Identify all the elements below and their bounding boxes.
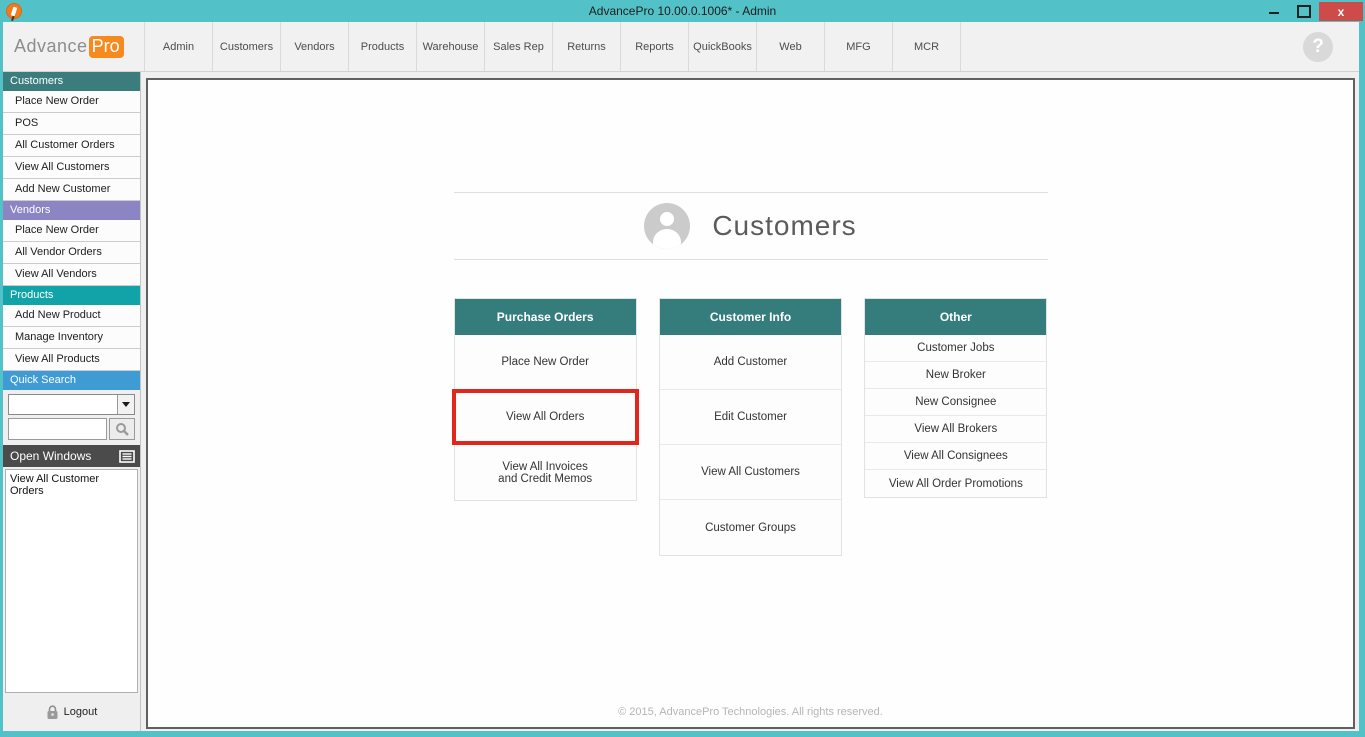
page-header: Customers: [453, 192, 1048, 260]
card-button-new-consignee[interactable]: New Consignee: [865, 389, 1047, 416]
top-navbar: Advance Pro Admin Customers Vendors Product…: [3, 22, 1359, 72]
sidebar-section-products: Products: [3, 286, 140, 305]
search-icon: [116, 423, 129, 436]
nav-tab-customers[interactable]: Customers: [213, 22, 281, 71]
card-button-view-all-brokers[interactable]: View All Brokers: [865, 416, 1047, 443]
open-windows-list: View All Customer Orders: [5, 469, 138, 693]
padlock-icon: [47, 704, 58, 719]
page-title: Customers: [712, 210, 857, 241]
nav-tab-warehouse[interactable]: Warehouse: [417, 22, 485, 71]
sidebar-item-place-new-order[interactable]: Place New Order: [3, 220, 140, 242]
nav-tab-quickbooks[interactable]: QuickBooks: [689, 22, 757, 71]
sidebar-item-place-new-order[interactable]: Place New Order: [3, 91, 140, 113]
card-button-view-all-invoices-and-credit-memos[interactable]: View All Invoices and Credit Memos: [455, 445, 636, 500]
minimize-button[interactable]: [1259, 0, 1289, 22]
card-button-customer-jobs[interactable]: Customer Jobs: [865, 335, 1047, 362]
quick-search-dropdown-value[interactable]: [9, 395, 117, 414]
card-button-view-all-customers[interactable]: View All Customers: [659, 445, 842, 500]
app-icon: [6, 3, 22, 19]
card-header-purchase-orders: Purchase Orders: [454, 299, 636, 335]
nav-tab-products[interactable]: Products: [349, 22, 417, 71]
nav-tab-mfg[interactable]: MFG: [825, 22, 893, 71]
close-button[interactable]: x: [1319, 2, 1363, 21]
quick-search-dropdown[interactable]: [8, 394, 135, 415]
sidebar-section-customers: Customers: [3, 72, 140, 91]
nav-tab-web[interactable]: Web: [757, 22, 825, 71]
sidebar-item-all-customer-orders[interactable]: All Customer Orders: [3, 135, 140, 157]
titlebar: AdvancePro 10.00.0.1006* - Admin x: [0, 0, 1365, 22]
card-button-add-customer[interactable]: Add Customer: [659, 335, 842, 390]
card-customer-info: Customer Info Add Customer Edit Customer Vi…: [658, 298, 843, 556]
window-list-icon[interactable]: [119, 449, 135, 463]
sidebar-item-view-all-vendors[interactable]: View All Vendors: [3, 264, 140, 286]
card-purchase-orders: Purchase Orders Place New Order View All O…: [451, 298, 640, 501]
app-logo: Advance Pro: [3, 22, 145, 71]
sidebar-item-view-all-customers[interactable]: View All Customers: [3, 157, 140, 179]
nav-tab-reports[interactable]: Reports: [621, 22, 689, 71]
nav-tab-returns[interactable]: Returns: [553, 22, 621, 71]
sidebar-item-add-new-customer[interactable]: Add New Customer: [3, 179, 140, 201]
sidebar-item-add-new-product[interactable]: Add New Product: [3, 305, 140, 327]
customers-avatar-icon: [644, 203, 691, 249]
logo-text-pro: Pro: [88, 35, 124, 58]
copyright-footer: © 2015, AdvancePro Technologies. All rig…: [618, 706, 883, 718]
open-windows-header: Open Windows: [3, 445, 140, 467]
sidebar-section-vendors: Vendors: [3, 201, 140, 220]
nav-tab-sales-rep[interactable]: Sales Rep: [485, 22, 553, 71]
card-other: Other Customer Jobs New Broker New Consigne…: [864, 298, 1048, 498]
sidebar-item-view-all-products[interactable]: View All Products: [3, 349, 140, 371]
dropdown-arrow-icon[interactable]: [117, 395, 134, 414]
quick-search-input[interactable]: [8, 418, 107, 440]
nav-tab-admin[interactable]: Admin: [145, 22, 213, 71]
maximize-button[interactable]: [1289, 0, 1319, 22]
card-button-view-all-order-promotions[interactable]: View All Order Promotions: [865, 470, 1046, 497]
help-icon[interactable]: ?: [1303, 31, 1333, 62]
card-button-view-all-consignees[interactable]: View All Consignees: [865, 443, 1047, 470]
window-title: AdvancePro 10.00.0.1006* - Admin: [588, 4, 777, 18]
logout-label: Logout: [63, 706, 98, 718]
card-button-view-all-orders[interactable]: View All Orders: [451, 389, 640, 445]
card-button-place-new-order[interactable]: Place New Order: [454, 335, 636, 390]
sidebar-item-manage-inventory[interactable]: Manage Inventory: [3, 327, 140, 349]
open-window-item-view-all-customer-orders[interactable]: View All Customer Orders: [6, 470, 137, 500]
main-panel: Customers Purchase Orders Place New Order…: [146, 78, 1355, 729]
open-windows-title: Open Windows: [10, 449, 92, 463]
card-header-customer-info: Customer Info: [659, 299, 842, 335]
card-button-edit-customer[interactable]: Edit Customer: [659, 390, 842, 445]
logo-text-advance: Advance: [14, 36, 88, 56]
card-header-other: Other: [865, 299, 1047, 335]
quick-search-header: Quick Search: [3, 371, 140, 390]
logout-button[interactable]: Logout: [3, 693, 140, 731]
cards-container: Purchase Orders Place New Order View All O…: [451, 298, 1048, 556]
sidebar-item-all-vendor-orders[interactable]: All Vendor Orders: [3, 242, 140, 264]
nav-tabs: Admin Customers Vendors Products Warehouse Sa…: [145, 22, 961, 71]
card-button-new-broker[interactable]: New Broker: [865, 362, 1047, 389]
nav-tab-vendors[interactable]: Vendors: [281, 22, 349, 71]
card-button-customer-groups[interactable]: Customer Groups: [660, 500, 841, 555]
search-button[interactable]: [109, 418, 135, 440]
sidebar: Customers Place New Order POS All Customer …: [3, 72, 141, 731]
sidebar-item-pos[interactable]: POS: [3, 113, 140, 135]
nav-tab-mcr[interactable]: MCR: [893, 22, 961, 71]
